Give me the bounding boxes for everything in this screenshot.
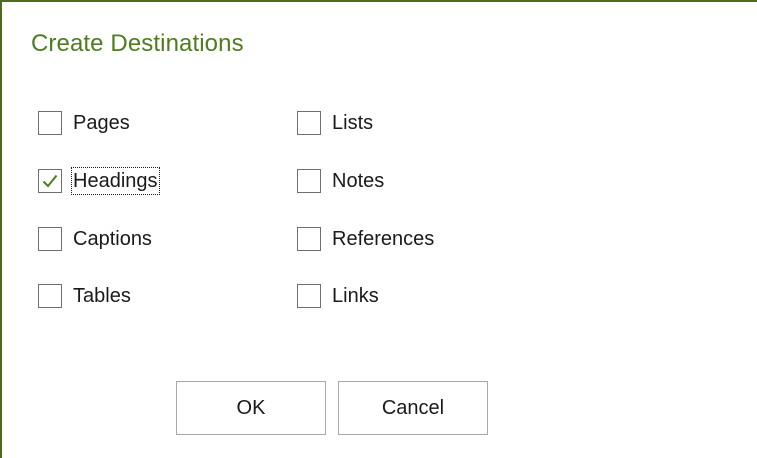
lists-label: Lists	[332, 112, 374, 134]
ok-button[interactable]: OK	[176, 381, 326, 435]
tables-label: Tables	[73, 285, 131, 307]
option-lists[interactable]: Lists	[297, 109, 373, 137]
headings-checkbox[interactable]	[38, 169, 62, 193]
lists-checkbox[interactable]	[297, 111, 321, 135]
notes-label: Notes	[332, 170, 385, 192]
option-pages[interactable]: Pages	[38, 109, 130, 137]
dialog-title: Create Destinations	[31, 30, 244, 57]
cancel-button[interactable]: Cancel	[338, 381, 488, 435]
captions-label: Captions	[73, 228, 152, 250]
option-captions[interactable]: Captions	[38, 225, 152, 253]
option-links[interactable]: Links	[297, 282, 379, 310]
pages-checkbox[interactable]	[38, 111, 62, 135]
links-checkbox[interactable]	[297, 284, 321, 308]
references-checkbox[interactable]	[297, 227, 321, 251]
option-headings[interactable]: Headings	[38, 167, 160, 195]
links-label: Links	[332, 285, 379, 307]
captions-checkbox[interactable]	[38, 227, 62, 251]
checkmark-icon	[42, 174, 58, 188]
option-references[interactable]: References	[297, 225, 434, 253]
references-label: References	[332, 228, 435, 250]
headings-label: Headings	[71, 167, 160, 195]
option-tables[interactable]: Tables	[38, 282, 131, 310]
tables-checkbox[interactable]	[38, 284, 62, 308]
notes-checkbox[interactable]	[297, 169, 321, 193]
option-notes[interactable]: Notes	[297, 167, 384, 195]
create-destinations-dialog: Create Destinations Pages Headings Capti…	[0, 0, 757, 458]
pages-label: Pages	[73, 112, 130, 134]
